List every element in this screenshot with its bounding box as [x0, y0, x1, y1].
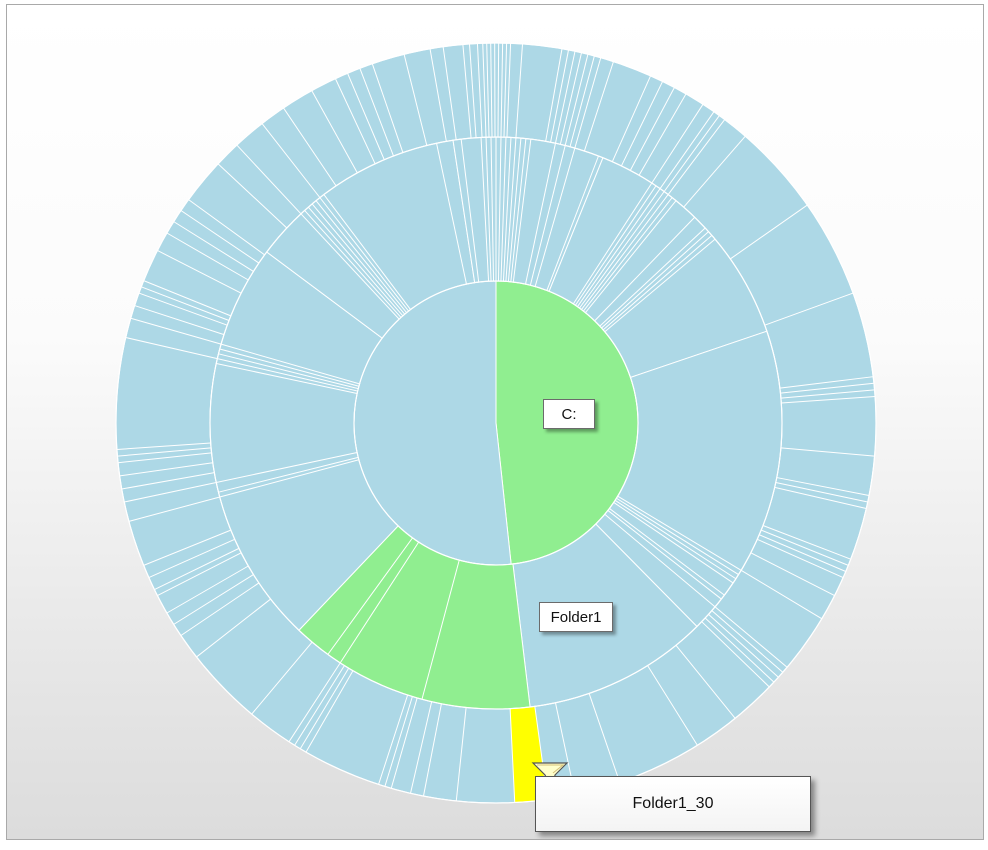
chart-frame: C: Folder1 Folder1_30	[6, 4, 984, 840]
ring-label-folder1: Folder1	[539, 602, 613, 632]
ring-3-divider	[497, 43, 500, 138]
tooltip-text: Folder1_30	[632, 795, 714, 812]
segment-tooltip: Folder1_30	[535, 776, 811, 832]
sunburst-chart[interactable]	[7, 5, 983, 839]
ring-label-root: C:	[543, 399, 595, 429]
